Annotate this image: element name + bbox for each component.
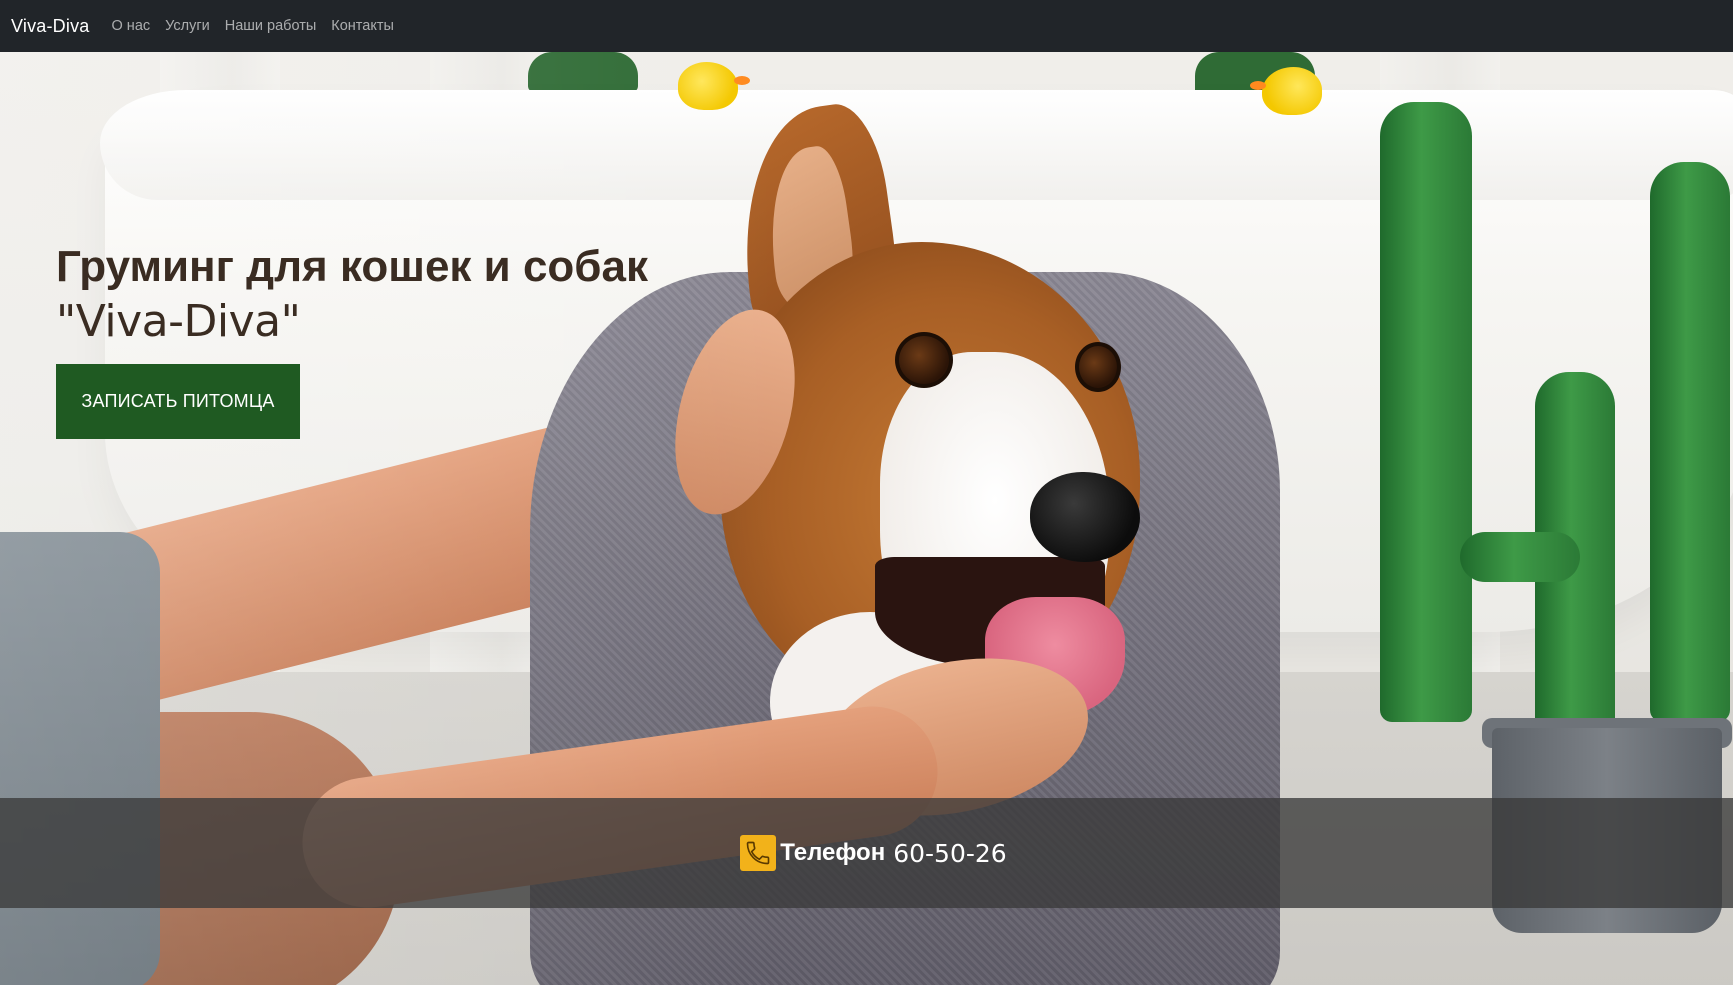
nav-item-contacts[interactable]: Контакты: [331, 18, 394, 34]
hero-subtitle: "Viva-Diva": [56, 296, 301, 347]
phone-number[interactable]: 60-50-26: [893, 839, 1006, 868]
hero-title: Груминг для кошек и собак: [56, 242, 648, 291]
hero-content: Груминг для кошек и собак "Viva-Diva" ЗА…: [56, 240, 648, 439]
nav-item-works[interactable]: Наши работы: [225, 18, 317, 34]
top-navbar: Viva-Diva О нас Услуги Наши работы Конта…: [0, 0, 1733, 52]
phone-bar: Телефон 60-50-26: [0, 798, 1733, 908]
page: Viva-Diva О нас Услуги Наши работы Конта…: [0, 0, 1733, 985]
book-pet-button[interactable]: ЗАПИСАТЬ ПИТОМЦА: [56, 364, 300, 439]
brand-logo[interactable]: Viva-Diva: [11, 16, 90, 37]
phone-icon: [740, 835, 777, 871]
nav-item-about[interactable]: О нас: [112, 18, 151, 34]
phone-contact[interactable]: Телефон 60-50-26: [740, 835, 1007, 871]
nav-item-services[interactable]: Услуги: [165, 18, 210, 34]
phone-label: Телефон: [780, 839, 886, 866]
